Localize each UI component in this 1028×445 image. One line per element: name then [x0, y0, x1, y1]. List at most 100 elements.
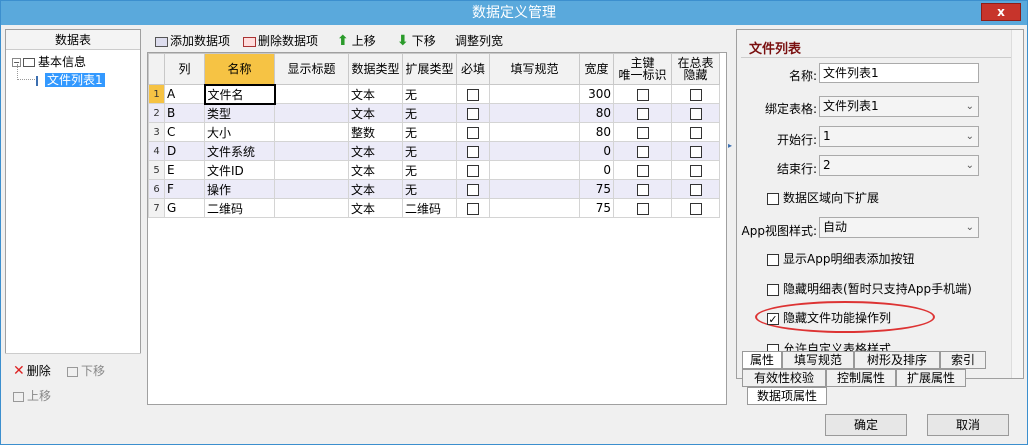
- cell-width[interactable]: 0: [579, 141, 614, 161]
- table-row[interactable]: 2 B 类型 文本无 80: [148, 103, 720, 123]
- cell-width[interactable]: 300: [579, 84, 614, 104]
- cell-name[interactable]: 文件ID: [204, 160, 275, 180]
- checkbox[interactable]: [689, 183, 702, 196]
- splitter-handle[interactable]: ▸: [728, 141, 734, 161]
- cell-hide-in-summary[interactable]: [671, 122, 720, 142]
- checkbox[interactable]: [636, 164, 649, 177]
- checkbox[interactable]: [467, 164, 479, 177]
- cell-column[interactable]: F: [164, 179, 205, 199]
- header-data-type[interactable]: 数据类型: [348, 53, 403, 85]
- tree-node-file-list[interactable]: 文件列表1: [36, 72, 105, 88]
- cell-hide-in-summary[interactable]: [671, 160, 720, 180]
- properties-scrollbar[interactable]: [1011, 30, 1023, 378]
- checkbox-box[interactable]: [767, 253, 779, 266]
- delete-item-button[interactable]: 删除数据项: [243, 32, 318, 49]
- cell-required[interactable]: [456, 122, 490, 142]
- cell-primary-key[interactable]: [613, 122, 672, 142]
- cell-primary-key[interactable]: [613, 103, 672, 123]
- header-width[interactable]: 宽度: [579, 53, 614, 85]
- table-row[interactable]: 1 A 文件名 文本无 300: [148, 83, 720, 105]
- table-row[interactable]: 4 D 文件系统 文本无 0: [148, 141, 720, 161]
- cell-fill-rule[interactable]: [489, 122, 580, 142]
- cell-display-title[interactable]: [274, 103, 349, 123]
- row-number[interactable]: 6: [148, 179, 165, 199]
- checkbox[interactable]: [689, 164, 702, 177]
- row-number[interactable]: 1: [148, 84, 165, 104]
- header-column[interactable]: 列: [164, 53, 205, 85]
- adjust-width-button[interactable]: 调整列宽: [455, 32, 503, 49]
- cell-primary-key[interactable]: [613, 141, 672, 161]
- cell-name[interactable]: 文件系统: [204, 141, 275, 161]
- cell-name[interactable]: 二维码: [204, 198, 275, 218]
- cell-column[interactable]: A: [164, 84, 205, 104]
- table-row[interactable]: 3 C 大小 整数无 80: [148, 122, 720, 142]
- checkbox[interactable]: [689, 126, 702, 139]
- hide-detail-checkbox[interactable]: 隐藏明细表(暂时只支持App手机端): [767, 282, 972, 296]
- checkbox[interactable]: [636, 107, 649, 120]
- cell-hide-in-summary[interactable]: [671, 198, 720, 218]
- move-down-table-button[interactable]: 下移: [67, 362, 105, 379]
- cell-width[interactable]: 80: [579, 103, 614, 123]
- cell-data-type[interactable]: 文本: [348, 84, 403, 104]
- checkbox[interactable]: [467, 145, 479, 158]
- cell-data-type[interactable]: 文本: [348, 198, 403, 218]
- cell-width[interactable]: 0: [579, 160, 614, 180]
- checkbox[interactable]: [467, 126, 479, 139]
- cell-width[interactable]: 80: [579, 122, 614, 142]
- move-up-table-button[interactable]: 上移: [13, 387, 51, 404]
- cell-ext-type[interactable]: 无: [402, 84, 457, 104]
- cell-hide-in-summary[interactable]: [671, 84, 720, 104]
- cell-name[interactable]: 类型: [204, 103, 275, 123]
- cell-data-type[interactable]: 文本: [348, 103, 403, 123]
- header-ext-type[interactable]: 扩展类型: [402, 53, 457, 85]
- row-number[interactable]: 7: [148, 198, 165, 218]
- bind-table-select[interactable]: 文件列表1 ⌄: [819, 96, 979, 117]
- tab-validation[interactable]: 有效性校验: [742, 369, 826, 387]
- cell-name[interactable]: 大小: [204, 122, 275, 142]
- app-style-select[interactable]: 自动 ⌄: [819, 217, 979, 238]
- table-row[interactable]: 5 E 文件ID 文本无 0: [148, 160, 720, 180]
- tab-tree-sort[interactable]: 树形及排序: [854, 351, 940, 369]
- ok-button[interactable]: 确定: [825, 414, 907, 436]
- cell-primary-key[interactable]: [613, 160, 672, 180]
- cell-primary-key[interactable]: [613, 198, 672, 218]
- cell-fill-rule[interactable]: [489, 198, 580, 218]
- cell-hide-in-summary[interactable]: [671, 141, 720, 161]
- checkbox[interactable]: [467, 183, 479, 196]
- header-hide-in-summary[interactable]: 在总表 隐藏: [671, 53, 720, 85]
- row-number[interactable]: 3: [148, 122, 165, 142]
- cell-required[interactable]: [456, 141, 490, 161]
- header-primary-key[interactable]: 主键 唯一标识: [613, 53, 672, 85]
- checkbox[interactable]: [467, 202, 479, 215]
- end-row-select[interactable]: 2 ⌄: [819, 155, 979, 176]
- cell-ext-type[interactable]: 无: [402, 179, 457, 199]
- cell-width[interactable]: 75: [579, 179, 614, 199]
- cell-display-title[interactable]: [274, 160, 349, 180]
- cell-column[interactable]: G: [164, 198, 205, 218]
- checkbox[interactable]: [689, 107, 702, 120]
- cell-column[interactable]: B: [164, 103, 205, 123]
- start-row-select[interactable]: 1 ⌄: [819, 126, 979, 147]
- cell-ext-type[interactable]: 无: [402, 160, 457, 180]
- cell-fill-rule[interactable]: [489, 84, 580, 104]
- cell-column[interactable]: E: [164, 160, 205, 180]
- cell-ext-type[interactable]: 无: [402, 103, 457, 123]
- row-number[interactable]: 4: [148, 141, 165, 161]
- cell-column[interactable]: C: [164, 122, 205, 142]
- close-button[interactable]: x: [981, 3, 1021, 21]
- cell-name[interactable]: 操作: [204, 179, 275, 199]
- delete-table-button[interactable]: ✕ 删除: [13, 362, 51, 379]
- cell-display-title[interactable]: [274, 122, 349, 142]
- move-down-button[interactable]: ⬇ 下移: [397, 32, 436, 49]
- cell-ext-type[interactable]: 无: [402, 141, 457, 161]
- hide-file-ops-checkbox[interactable]: 隐藏文件功能操作列: [767, 311, 891, 325]
- tab-control-props[interactable]: 控制属性: [826, 369, 896, 387]
- table-row[interactable]: 6 F 操作 文本无 75: [148, 179, 720, 199]
- checkbox-box[interactable]: [767, 192, 779, 205]
- cell-data-type[interactable]: 文本: [348, 141, 403, 161]
- cell-display-title[interactable]: [274, 179, 349, 199]
- checkbox[interactable]: [636, 126, 649, 139]
- header-name[interactable]: 名称: [204, 53, 275, 85]
- cell-name[interactable]: 文件名: [203, 83, 276, 105]
- checkbox[interactable]: [467, 107, 479, 120]
